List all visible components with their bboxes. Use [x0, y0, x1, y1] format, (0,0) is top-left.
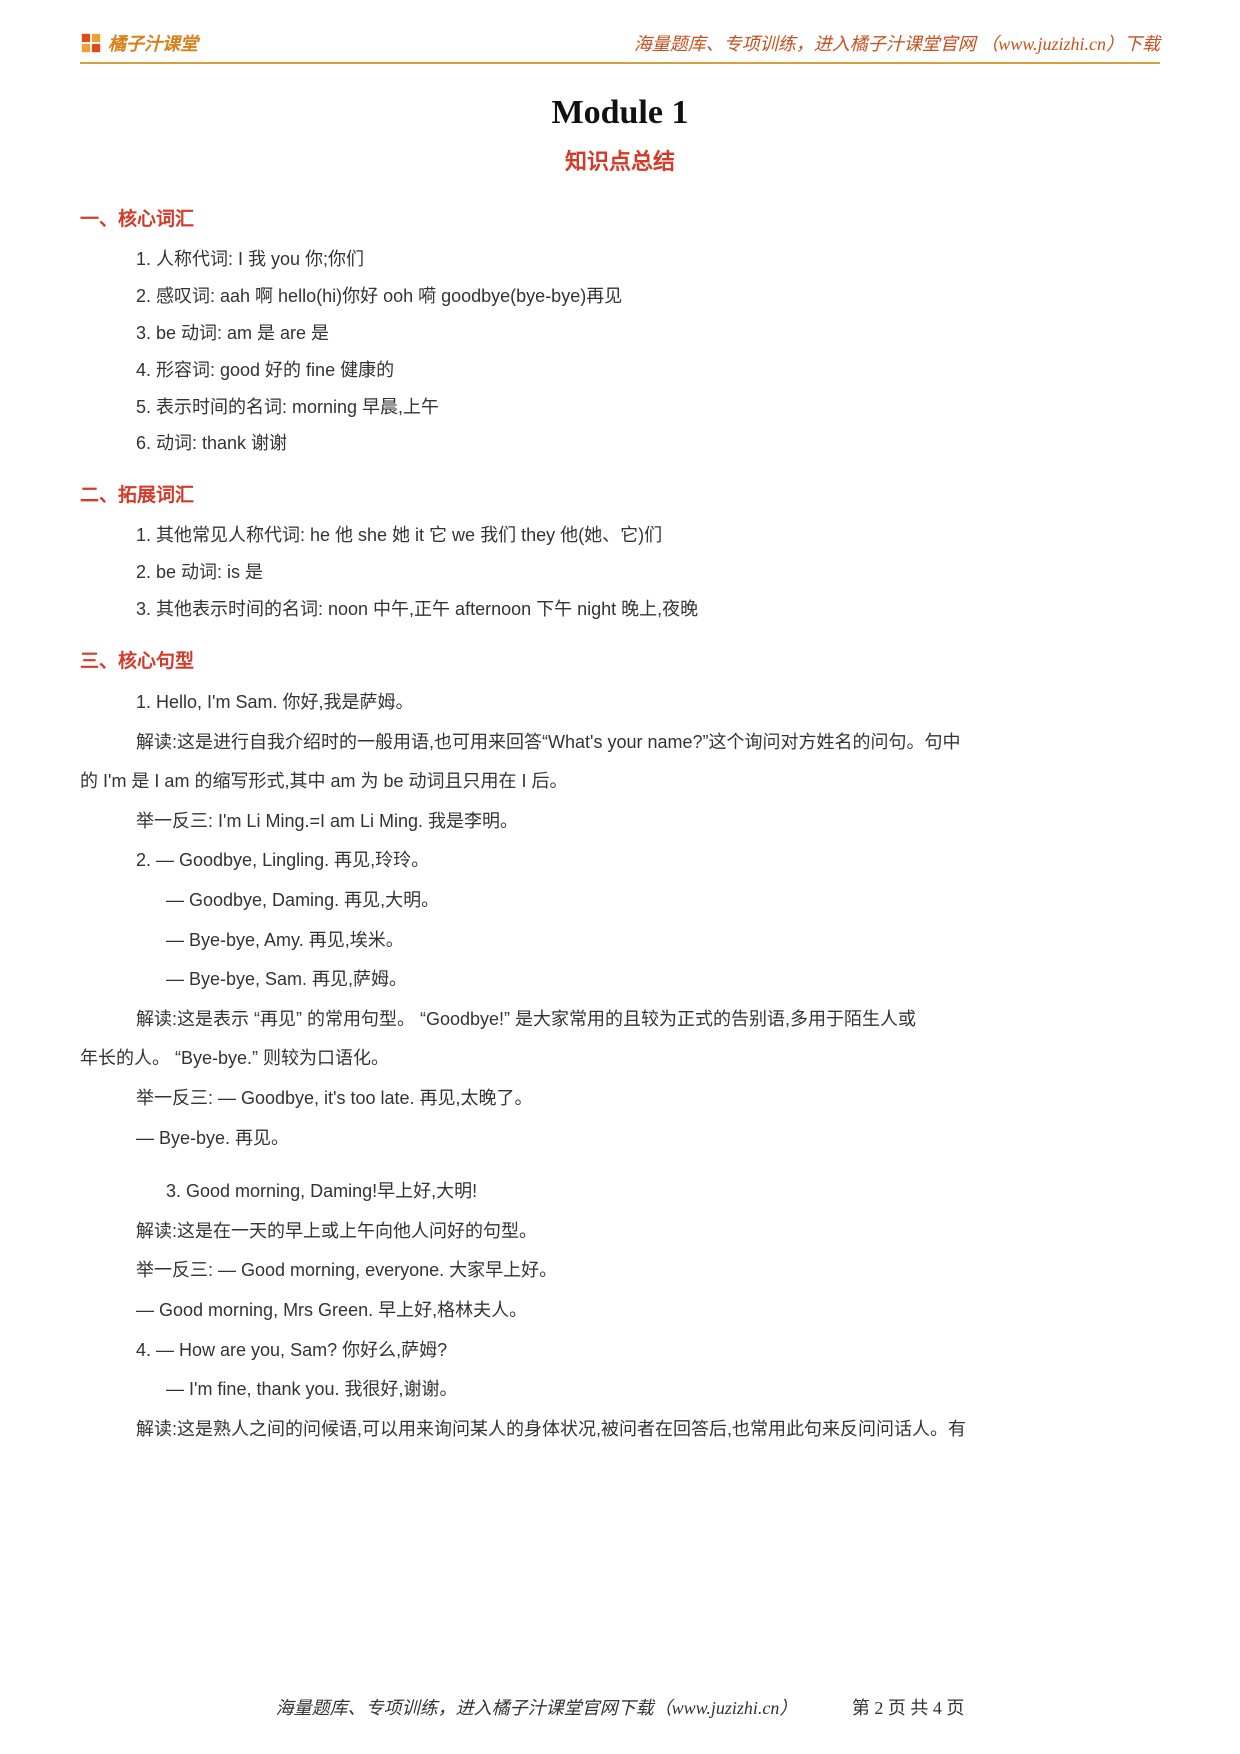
body-line: — Bye-bye, Amy. 再见,埃米。: [80, 921, 1160, 961]
section2-list: 1. 其他常见人称代词: he 他 she 她 it 它 we 我们 they …: [80, 517, 1160, 628]
page-footer: 海量题库、专项训练，进入橘子汁课堂官网下载（www.juzizhi.cn） 第 …: [0, 1694, 1240, 1720]
list-item: 1. 其他常见人称代词: he 他 she 她 it 它 we 我们 they …: [136, 517, 1160, 554]
body-line: 2. — Goodbye, Lingling. 再见,玲玲。: [80, 841, 1160, 881]
section3-body: 1. Hello, I'm Sam. 你好,我是萨姆。解读:这是进行自我介绍时的…: [80, 683, 1160, 1449]
list-item: 6. 动词: thank 谢谢: [136, 425, 1160, 462]
header-right-text: 海量题库、专项训练，进入橘子汁课堂官网 （www.juzizhi.cn）下载: [634, 30, 1160, 56]
list-item: 5. 表示时间的名词: morning 早晨,上午: [136, 389, 1160, 426]
logo-text: 橘子汁课堂: [108, 30, 198, 56]
section-heading-1: 一、核心词汇: [80, 204, 1160, 231]
list-item: 2. 感叹词: aah 啊 hello(hi)你好 ooh 嗬 goodbye(…: [136, 278, 1160, 315]
document-subtitle: 知识点总结: [80, 144, 1160, 176]
body-line: 举一反三: — Good morning, everyone. 大家早上好。: [80, 1251, 1160, 1291]
body-line: 解读:这是在一天的早上或上午向他人问好的句型。: [80, 1212, 1160, 1252]
logo-icon: [80, 32, 102, 54]
document-page: 橘子汁课堂 海量题库、专项训练，进入橘子汁课堂官网 （www.juzizhi.c…: [0, 0, 1240, 1754]
body-line: — Goodbye, Daming. 再见,大明。: [80, 881, 1160, 921]
body-line: 4. — How are you, Sam? 你好么,萨姆?: [80, 1331, 1160, 1371]
list-item: 1. 人称代词: I 我 you 你;你们: [136, 241, 1160, 278]
body-line: — Bye-bye, Sam. 再见,萨姆。: [80, 960, 1160, 1000]
section-heading-2: 二、拓展词汇: [80, 480, 1160, 507]
footer-text: 海量题库、专项训练，进入橘子汁课堂官网下载（www.juzizhi.cn）: [276, 1698, 798, 1718]
body-line: 解读:这是表示 “再见” 的常用句型。 “Goodbye!” 是大家常用的且较为…: [80, 1000, 1160, 1040]
body-line: — I'm fine, thank you. 我很好,谢谢。: [80, 1370, 1160, 1410]
logo: 橘子汁课堂: [80, 30, 198, 56]
body-line: — Bye-bye. 再见。: [80, 1119, 1160, 1159]
body-line: 1. Hello, I'm Sam. 你好,我是萨姆。: [80, 683, 1160, 723]
body-line: — Good morning, Mrs Green. 早上好,格林夫人。: [80, 1291, 1160, 1331]
body-line: 3. Good morning, Daming!早上好,大明!: [80, 1172, 1160, 1212]
body-line: 解读:这是进行自我介绍时的一般用语,也可用来回答“What's your nam…: [80, 723, 1160, 763]
section-heading-3: 三、核心句型: [80, 646, 1160, 673]
page-number: 第 2 页 共 4 页: [852, 1698, 965, 1718]
blank-line: [80, 1158, 1160, 1172]
body-line: 的 I'm 是 I am 的缩写形式,其中 am 为 be 动词且只用在 I 后…: [80, 762, 1160, 802]
list-item: 3. 其他表示时间的名词: noon 中午,正午 afternoon 下午 ni…: [136, 591, 1160, 628]
list-item: 3. be 动词: am 是 are 是: [136, 315, 1160, 352]
list-item: 2. be 动词: is 是: [136, 554, 1160, 591]
list-item: 4. 形容词: good 好的 fine 健康的: [136, 352, 1160, 389]
body-line: 年长的人。 “Bye-bye.” 则较为口语化。: [80, 1039, 1160, 1079]
body-line: 举一反三: — Goodbye, it's too late. 再见,太晚了。: [80, 1079, 1160, 1119]
body-line: 举一反三: I'm Li Ming.=I am Li Ming. 我是李明。: [80, 802, 1160, 842]
body-line: 解读:这是熟人之间的问候语,可以用来询问某人的身体状况,被问者在回答后,也常用此…: [80, 1410, 1160, 1450]
section1-list: 1. 人称代词: I 我 you 你;你们2. 感叹词: aah 啊 hello…: [80, 241, 1160, 462]
document-title: Module 1: [80, 94, 1160, 132]
page-header: 橘子汁课堂 海量题库、专项训练，进入橘子汁课堂官网 （www.juzizhi.c…: [80, 30, 1160, 64]
